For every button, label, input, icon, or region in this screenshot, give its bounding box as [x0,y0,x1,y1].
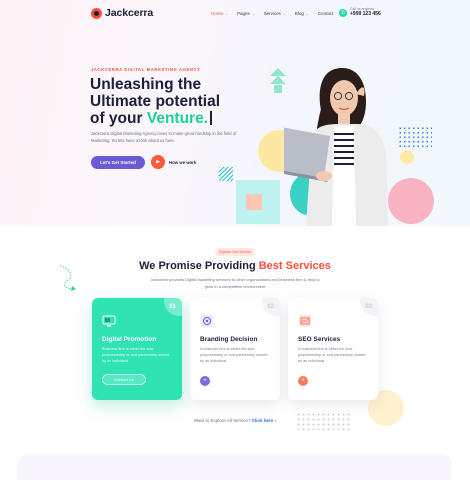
card-title: Digital Promotion [102,336,157,343]
card-number: 03 [365,304,372,310]
card-text: Business firm is either the sole proprie… [102,347,170,363]
get-started-button[interactable]: Let's Get Started [91,156,145,169]
chevron-down-icon: ⌄ [251,11,255,16]
plus-icon[interactable]: + [298,376,308,386]
click-here-link[interactable]: Click here [252,418,274,423]
card-number: 02 [267,304,274,310]
brand-name: Jackcerra [105,7,154,19]
phone-contact[interactable]: ✆ Call us anytime +999 123 456 [339,7,381,17]
branding-icon [201,315,213,327]
service-card-digital-promotion[interactable]: 01 Digital Promotion Business firm is ei… [92,298,182,400]
nav-item-blog[interactable]: Blog ⌄ [295,11,309,16]
hero-eyebrow: JACKCERRA DIGITAL MARKETING AGENCY [91,67,201,72]
arrow-right-icon[interactable]: › [275,418,277,423]
nav-item-contact[interactable]: Contact [318,11,334,16]
play-icon[interactable]: ▶ [151,155,165,169]
contact-us-button[interactable]: Contact Us [102,374,146,385]
phone-number: +999 123 456 [350,10,381,17]
card-title: SEO Services [298,336,341,343]
explore-services: Want to Explore All Service? Click here … [0,418,470,423]
hero-section: Jackcerra Home ⌄ Pages ⌄ Services ⌄ Blog ⌄ C… [0,0,470,226]
service-card-branding-decision[interactable]: 02 Branding Decision A business firm is … [190,298,280,400]
plus-icon[interactable]: + [200,376,210,386]
logo-icon [91,7,102,19]
nav-item-home[interactable]: Home ⌄ [211,11,228,16]
stripe-decoration [219,167,233,181]
phone-icon: ✆ [339,8,347,17]
chevron-down-icon: ⌄ [225,11,228,16]
section-tag: Explore Our Service [215,248,255,256]
hero-person-image [284,68,388,226]
card-title: Branding Decision [200,336,258,343]
typing-cursor [210,111,212,125]
card-number: 01 [169,304,176,310]
services-heading: We Promise Providing Best Services [139,260,331,272]
card-text: A business firm is either the sole propr… [200,347,268,363]
service-card-seo-services[interactable]: 03 SEO Services A business firm is eithe… [288,298,378,400]
peach-square-decoration [246,194,262,210]
nav-item-services[interactable]: Services ⌄ [264,11,286,16]
chevron-down-icon: ⌄ [305,11,309,16]
seo-icon [299,315,311,327]
services-section: Explore Our Service We Promise Providing… [0,226,470,480]
hero-description: Jackcerra Digital Marketing Agency loves… [91,131,237,143]
how-we-work-link[interactable]: ▶ How we work [151,155,196,169]
nav-item-pages[interactable]: Pages ⌄ [237,11,255,16]
monitor-icon [102,315,116,327]
top-nav: Jackcerra Home ⌄ Pages ⌄ Services ⌄ Blog ⌄ C… [0,6,470,22]
next-section-preview [18,454,452,480]
main-menu: Home ⌄ Pages ⌄ Services ⌄ Blog ⌄ Contact [211,11,342,16]
brand-logo[interactable]: Jackcerra [91,7,153,19]
services-subtitle: Jackcerra provides Digital Marketing ser… [150,277,320,289]
hero-title: Unleashing the Ultimate potential of you… [90,76,221,127]
card-text: A business firm is either the sole propr… [298,347,366,363]
explore-text: Want to Explore All Service? [193,418,251,423]
chevron-down-icon: ⌄ [282,11,286,16]
